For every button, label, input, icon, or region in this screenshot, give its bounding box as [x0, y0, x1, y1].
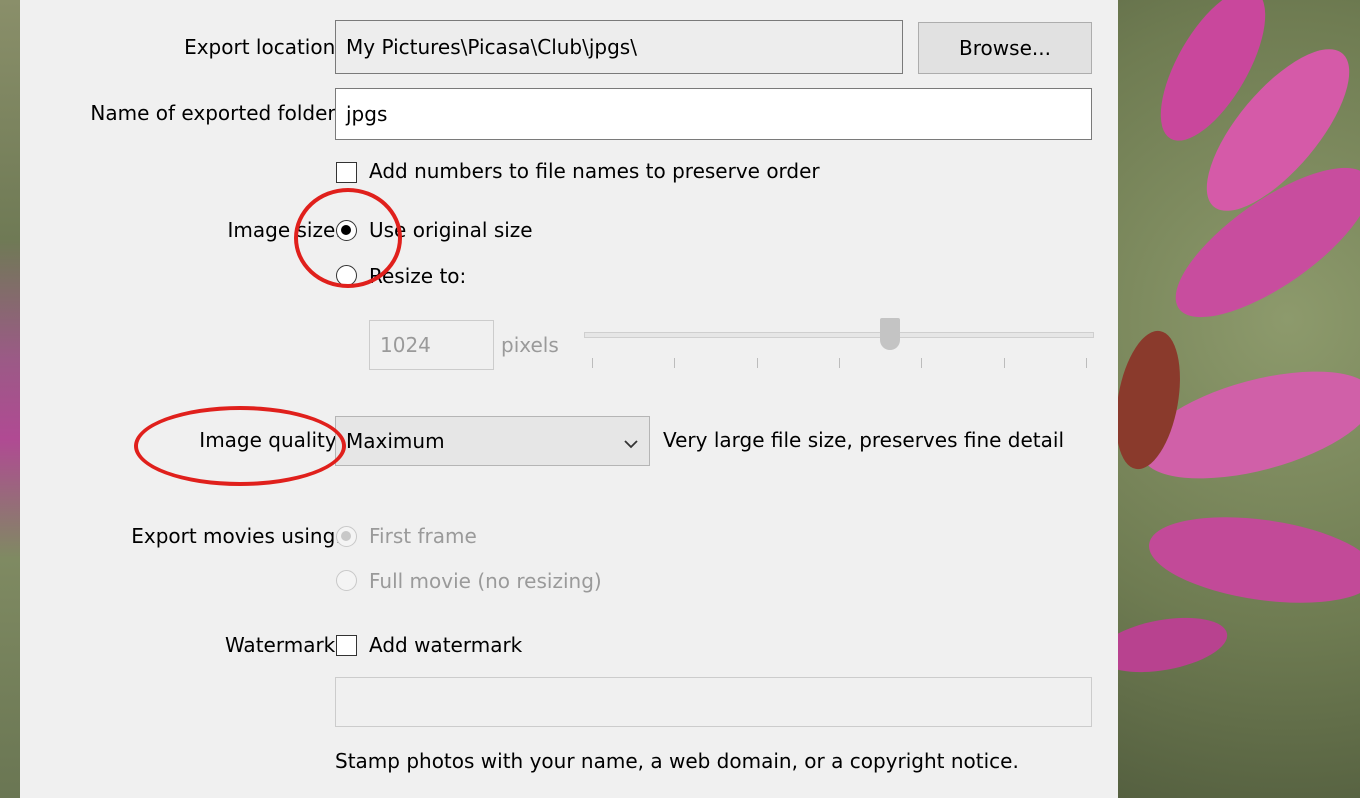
image-quality-label: Image quality:: [199, 428, 342, 452]
export-location-field[interactable]: My Pictures\Picasa\Club\jpgs\: [335, 20, 903, 74]
full-movie-label: Full movie (no resizing): [369, 569, 602, 593]
add-watermark-label: Add watermark: [369, 633, 523, 657]
image-size-label: Image size:: [227, 218, 342, 242]
folder-name-input[interactable]: jpgs: [335, 88, 1092, 140]
full-movie-radio[interactable]: [336, 570, 357, 591]
flower-petal: [1143, 504, 1360, 616]
chevron-down-icon: [623, 431, 639, 455]
folder-name-label: Name of exported folder:: [90, 101, 342, 125]
slider-tick: [756, 358, 758, 368]
image-quality-description: Very large file size, preserves fine det…: [663, 428, 1064, 452]
background-photo-right: [1118, 0, 1360, 798]
watermark-text-input[interactable]: [335, 677, 1092, 727]
resize-slider[interactable]: [584, 318, 1094, 378]
browse-button[interactable]: Browse...: [918, 22, 1092, 74]
add-numbers-checkbox[interactable]: [336, 162, 357, 183]
slider-tick: [674, 358, 676, 368]
resize-pixels-input[interactable]: 1024: [369, 320, 494, 370]
background-photo-left: [0, 0, 20, 798]
slider-tick: [1086, 358, 1087, 368]
watermark-label: Watermark:: [224, 633, 342, 657]
use-original-size-radio[interactable]: [336, 220, 357, 241]
slider-tick: [921, 358, 923, 368]
resize-to-radio[interactable]: [336, 265, 357, 286]
flower-petal: [1118, 609, 1232, 681]
image-quality-value: Maximum: [346, 429, 445, 453]
use-original-size-label: Use original size: [369, 218, 533, 242]
first-frame-label: First frame: [369, 524, 477, 548]
slider-tick: [839, 358, 840, 368]
export-dialog: Export location: My Pictures\Picasa\Club…: [20, 0, 1118, 798]
watermark-hint: Stamp photos with your name, a web domai…: [335, 749, 1019, 773]
slider-track: [584, 332, 1094, 338]
resize-to-label: Resize to:: [369, 264, 467, 288]
image-quality-select[interactable]: Maximum: [335, 416, 650, 466]
export-movies-label: Export movies using:: [131, 524, 342, 548]
add-numbers-label: Add numbers to file names to preserve or…: [369, 159, 820, 183]
slider-tick: [592, 358, 593, 368]
export-location-label: Export location:: [184, 35, 342, 59]
first-frame-radio[interactable]: [336, 526, 357, 547]
slider-thumb[interactable]: [880, 318, 900, 350]
add-watermark-checkbox[interactable]: [336, 635, 357, 656]
slider-tick: [1003, 358, 1005, 368]
pixels-unit-label: pixels: [501, 333, 559, 357]
